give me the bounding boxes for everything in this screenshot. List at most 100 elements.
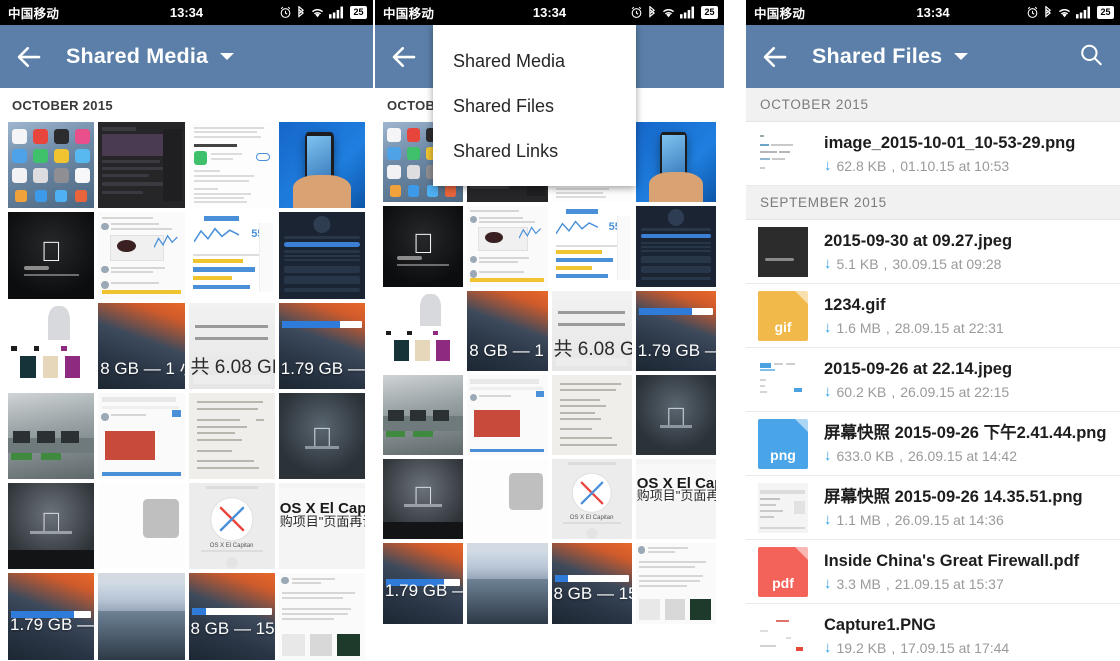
- list-item[interactable]: 屏幕快照 2015-09-26 14.35.51.png ↓ 1.1 MB, 2…: [746, 476, 1120, 540]
- media-tile[interactable]: [188, 122, 275, 209]
- list-item[interactable]: png 屏幕快照 2015-09-26 下午2.41.44.png ↓ 633.…: [746, 412, 1120, 476]
- title-dropdown[interactable]: Shared Files: [790, 44, 969, 69]
- title-dropdown-menu[interactable]: Shared Media Shared Files Shared Links: [433, 25, 636, 186]
- status-bar: 中国移动 13:34 25: [746, 0, 1120, 25]
- media-tile[interactable]: 8 GB — 1 小时: [98, 302, 185, 389]
- wifi-icon: [661, 6, 676, 19]
- battery-level: 25: [701, 6, 718, 19]
- file-subtitle: ↓ 1.6 MB, 28.09.15 at 22:31: [824, 319, 1004, 336]
- file-name: 2015-09-30 at 09.27.jpeg: [824, 231, 1013, 250]
- file-subtitle: ↓ 19.2 KB, 17.09.15 at 17:44: [824, 639, 1010, 656]
- media-tile[interactable]: 1.79 GB — 3 分钟: [278, 302, 365, 389]
- list-item[interactable]: 2015-09-30 at 09.27.jpeg ↓ 5.1 KB, 30.09…: [746, 220, 1120, 284]
- battery-icon: 25: [1097, 6, 1114, 19]
- media-tile[interactable]: [467, 206, 548, 287]
- menu-item-shared-links[interactable]: Shared Links: [433, 129, 636, 174]
- media-tile[interactable]: : [278, 392, 365, 479]
- media-tile[interactable]: [98, 392, 185, 479]
- media-tile[interactable]: [383, 374, 464, 455]
- file-name: Inside China's Great Firewall.pdf: [824, 551, 1080, 570]
- file-date: 30.09.15 at 09:28: [892, 255, 1002, 272]
- search-icon[interactable]: [1078, 41, 1104, 72]
- status-icons: 25: [1026, 5, 1114, 20]
- media-tile[interactable]: [467, 543, 548, 624]
- media-tile[interactable]: [278, 212, 365, 299]
- media-tile[interactable]: 551: [551, 206, 632, 287]
- tile-overlay-text-2: 购项目"页面再试一次。: [636, 487, 716, 503]
- media-tile[interactable]: [551, 374, 632, 455]
- media-tile[interactable]: [98, 483, 185, 570]
- list-item[interactable]: pdf Inside China's Great Firewall.pdf ↓ …: [746, 540, 1120, 604]
- media-tile[interactable]: 共 6.08 GB: [188, 302, 275, 389]
- file-name: image_2015-10-01_10-53-29.png: [824, 133, 1076, 152]
- panel-shared-media: 中国移动 13:34 25 Shared Media OCTOBER 2015: [0, 0, 373, 661]
- media-tile[interactable]: [278, 122, 365, 209]
- file-name: 屏幕快照 2015-09-26 14.35.51.png: [824, 487, 1083, 506]
- file-info: 2015-09-30 at 09.27.jpeg ↓ 5.1 KB, 30.09…: [824, 231, 1108, 273]
- media-tile[interactable]: [635, 543, 716, 624]
- media-tile[interactable]: [98, 122, 185, 209]
- media-tile[interactable]: OS X El Capitan: [188, 483, 275, 570]
- file-subtitle: ↓ 1.1 MB, 26.09.15 at 14:36: [824, 511, 1004, 528]
- panel-divider: [724, 0, 746, 661]
- battery-level: 25: [1097, 6, 1114, 19]
- back-arrow-icon[interactable]: [14, 42, 44, 72]
- media-tile[interactable]: [188, 392, 275, 479]
- media-tile[interactable]: 551: [188, 212, 275, 299]
- tile-overlay-text: 1.79 GB — 3 分钟: [280, 358, 365, 378]
- media-tile[interactable]: : [383, 206, 464, 287]
- file-subtitle: ↓ 60.2 KB, 26.09.15 at 22:15: [824, 383, 1010, 400]
- media-tile[interactable]: OS X El Capitan"失败购项目"页面再试一次。: [635, 459, 716, 540]
- media-tile[interactable]: [467, 459, 548, 540]
- download-icon: ↓: [824, 511, 832, 528]
- title-dropdown[interactable]: Shared Media: [44, 44, 235, 69]
- media-tile[interactable]: [98, 573, 185, 660]
- media-tile[interactable]: 8 GB — 15 小时 34: [188, 573, 275, 660]
- menu-item-shared-files[interactable]: Shared Files: [433, 84, 636, 129]
- back-arrow-icon[interactable]: [760, 42, 790, 72]
- file-info: 1234.gif ↓ 1.6 MB, 28.09.15 at 22:31: [824, 295, 1108, 337]
- file-name: Capture1.PNG: [824, 615, 936, 634]
- media-tile[interactable]: : [383, 459, 464, 540]
- file-date: 21.09.15 at 15:37: [894, 575, 1004, 592]
- file-size: 3.3 MB: [836, 575, 881, 592]
- status-icons: 25: [279, 5, 367, 20]
- media-tile[interactable]: [635, 122, 716, 203]
- media-tile[interactable]: [8, 302, 95, 389]
- battery-icon: 25: [701, 6, 718, 19]
- bluetooth-icon: [296, 5, 306, 20]
- panel-shared-files: 中国移动 13:34 25 Shared Files OCTOBER 2015 …: [746, 0, 1120, 661]
- list-item[interactable]: 2015-09-26 at 22.14.jpeg ↓ 60.2 KB, 26.0…: [746, 348, 1120, 412]
- media-tile[interactable]: 8 GB — 1 小时: [467, 290, 548, 371]
- app-bar: Shared Files: [746, 25, 1120, 88]
- file-info: 2015-09-26 at 22.14.jpeg ↓ 60.2 KB, 26.0…: [824, 359, 1108, 401]
- media-tile[interactable]: : [635, 374, 716, 455]
- download-icon: ↓: [824, 575, 832, 592]
- media-tile[interactable]: 1.79 GB — 3 分钟: [635, 290, 716, 371]
- media-tile[interactable]: [383, 290, 464, 371]
- back-arrow-icon[interactable]: [389, 42, 419, 72]
- media-tile[interactable]: [8, 122, 95, 209]
- media-tile[interactable]: 8 GB — 15 小时 34: [551, 543, 632, 624]
- screenshot-root: 中国移动 13:34 25 Shared Media OCTOBER 2015: [0, 0, 1120, 661]
- tile-overlay-text-2: 购项目"页面再试一次。: [279, 513, 365, 529]
- media-tile[interactable]: 1.79 GB — 正在计: [8, 573, 95, 660]
- media-tile[interactable]: [98, 212, 185, 299]
- list-item[interactable]: gif 1234.gif ↓ 1.6 MB, 28.09.15 at 22:31: [746, 284, 1120, 348]
- file-thumbnail: [758, 226, 808, 277]
- media-tile[interactable]: [467, 374, 548, 455]
- media-tile[interactable]: 共 6.08 GB: [551, 290, 632, 371]
- media-tile[interactable]: : [8, 483, 95, 570]
- list-item[interactable]: image_2015-10-01_10-53-29.png ↓ 62.8 KB,…: [746, 122, 1120, 186]
- media-tile[interactable]: OS X El Capitan: [551, 459, 632, 540]
- media-tile[interactable]: 1.79 GB — 正在计: [383, 543, 464, 624]
- list-item[interactable]: Capture1.PNG ↓ 19.2 KB, 17.09.15 at 17:4…: [746, 604, 1120, 661]
- media-tile[interactable]: [278, 573, 365, 660]
- media-tile[interactable]: OS X El Capitan"失败购项目"页面再试一次。: [278, 483, 365, 570]
- file-subtitle: ↓ 62.8 KB, 01.10.15 at 10:53: [824, 157, 1010, 174]
- media-tile[interactable]: : [8, 212, 95, 299]
- media-tile[interactable]: [8, 392, 95, 479]
- menu-item-shared-media[interactable]: Shared Media: [433, 39, 636, 84]
- file-size: 5.1 KB: [836, 255, 879, 272]
- media-tile[interactable]: [635, 206, 716, 287]
